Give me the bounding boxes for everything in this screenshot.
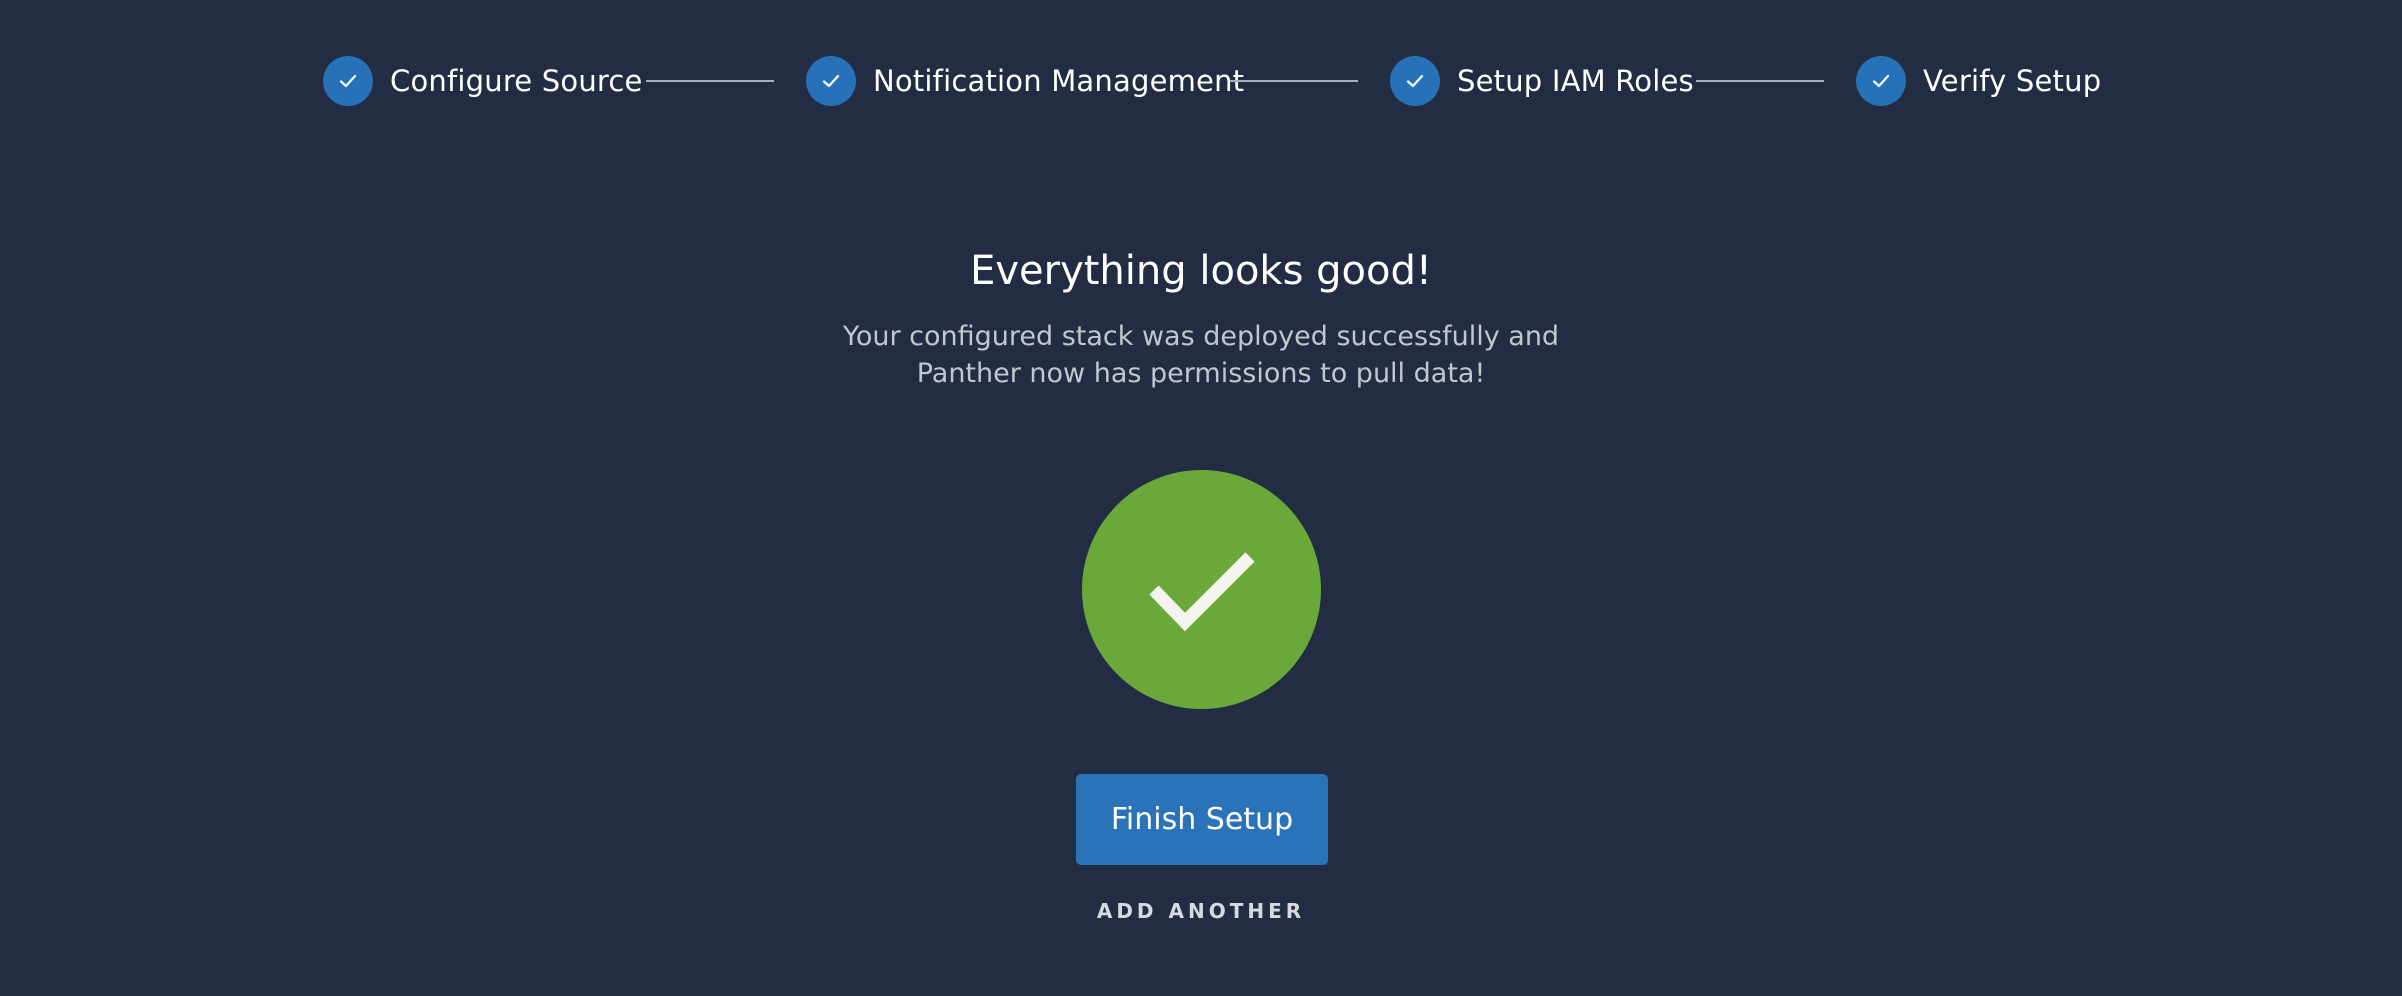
finish-setup-button[interactable]: Finish Setup bbox=[1076, 774, 1328, 865]
step-verify-setup: Verify Setup bbox=[1856, 56, 2101, 106]
step-complete-check-icon bbox=[806, 56, 856, 106]
setup-stepper: Configure Source Notification Management… bbox=[0, 0, 2402, 164]
step-setup-iam-roles: Setup IAM Roles bbox=[1390, 56, 1694, 106]
success-message-line: Panther now has permissions to pull data… bbox=[916, 358, 1486, 389]
step-label: Configure Source bbox=[390, 64, 643, 98]
page-title: Everything looks good! bbox=[970, 248, 1432, 294]
step-configure-source: Configure Source bbox=[323, 56, 643, 106]
step-complete-check-icon bbox=[323, 56, 373, 106]
step-notification-management: Notification Management bbox=[806, 56, 1244, 106]
step-connector bbox=[1696, 80, 1824, 82]
success-check-icon bbox=[1082, 470, 1321, 709]
step-connector bbox=[646, 80, 774, 82]
add-another-link[interactable]: ADD ANOTHER bbox=[0, 899, 2402, 923]
step-connector bbox=[1230, 80, 1358, 82]
step-complete-check-icon bbox=[1390, 56, 1440, 106]
success-message: Your configured stack was deployed succe… bbox=[701, 318, 1701, 392]
step-label: Notification Management bbox=[873, 64, 1245, 98]
step-label: Verify Setup bbox=[1923, 64, 2102, 98]
success-message-line: Your configured stack was deployed succe… bbox=[842, 321, 1560, 352]
step-label: Setup IAM Roles bbox=[1457, 64, 1694, 98]
step-complete-check-icon bbox=[1856, 56, 1906, 106]
